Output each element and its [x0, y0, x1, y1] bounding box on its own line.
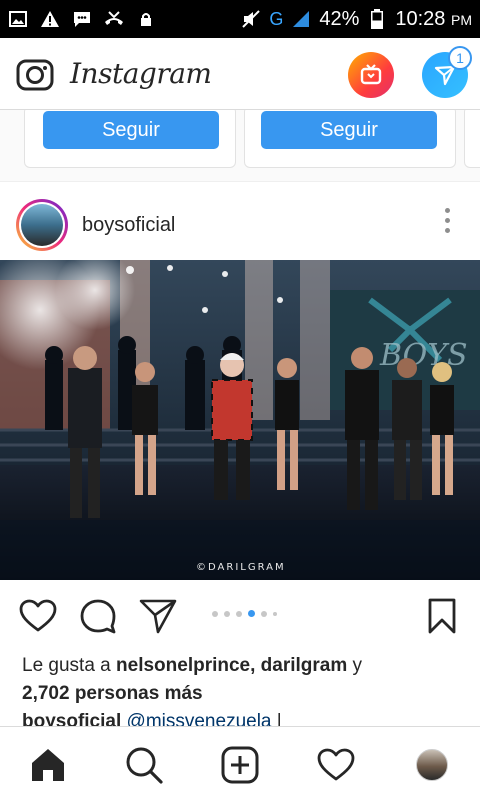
likes-summary[interactable]: Le gusta a nelsonelprince, darilgram y 2… [22, 652, 462, 708]
comment-button[interactable] [78, 596, 118, 636]
carousel-dot [261, 610, 267, 617]
search-icon [125, 746, 163, 784]
suggestion-card: Seguir [24, 110, 236, 168]
add-icon [221, 746, 259, 784]
bookmark-icon [427, 597, 457, 635]
app-logo: Instagram [70, 57, 212, 90]
heart-icon [19, 599, 57, 633]
gallery-icon [8, 10, 28, 28]
warning-icon [40, 10, 60, 28]
post-username[interactable]: boysoficial [82, 214, 175, 237]
likers[interactable]: nelsonelprince, darilgram [116, 655, 347, 676]
signal-icon [291, 10, 311, 28]
post-photo[interactable]: BOYS ©DARILGRAM [0, 260, 480, 580]
status-bar: G 42% 10:28 PM [0, 0, 480, 38]
direct-messages-button[interactable]: 1 [422, 46, 472, 98]
suggestion-card [464, 110, 480, 168]
camera-icon[interactable] [16, 57, 54, 91]
share-icon [139, 598, 177, 634]
nav-home[interactable] [28, 745, 68, 785]
igtv-icon [359, 63, 383, 87]
likes-join: y [347, 655, 363, 676]
photo-watermark: ©DARILGRAM [196, 562, 286, 573]
likes-prefix: Le gusta a [22, 655, 117, 676]
post-actions [0, 580, 480, 650]
carousel-indicator [212, 610, 277, 617]
carousel-dot [224, 610, 230, 617]
nav-search[interactable] [124, 745, 164, 785]
bottom-navigation [0, 726, 480, 800]
avatar[interactable] [16, 199, 68, 251]
mute-icon [241, 10, 261, 28]
missed-call-icon [104, 10, 124, 28]
lock-icon [136, 10, 156, 28]
more-options-icon[interactable] [445, 208, 450, 233]
carousel-dot-active [248, 610, 255, 617]
profile-avatar [416, 749, 448, 781]
carousel-dot [273, 611, 277, 616]
suggestion-card: Seguir [244, 110, 456, 168]
save-button[interactable] [422, 596, 462, 636]
profile-photo [21, 204, 63, 246]
unread-badge: 1 [448, 46, 472, 70]
svg-text:BOYS: BOYS [379, 338, 468, 373]
likes-count[interactable]: 2,702 personas más [22, 683, 203, 704]
post-header: boysoficial [0, 190, 480, 260]
network-type: G [269, 8, 284, 29]
like-button[interactable] [18, 596, 58, 636]
comment-icon [79, 597, 117, 635]
suggested-accounts-strip[interactable]: Seguir Seguir [0, 110, 480, 182]
battery-icon [367, 9, 387, 29]
top-app-bar: Instagram 1 [0, 38, 480, 110]
nav-activity[interactable] [316, 745, 356, 785]
heart-icon [317, 748, 355, 782]
follow-button[interactable]: Seguir [261, 111, 437, 149]
battery-percent: 42% [319, 7, 360, 30]
concert-image: BOYS ©DARILGRAM [0, 260, 480, 580]
home-icon [30, 747, 66, 783]
igtv-button[interactable] [348, 52, 394, 98]
nav-profile[interactable] [412, 745, 452, 785]
share-button[interactable] [138, 596, 178, 636]
nav-new-post[interactable] [220, 745, 260, 785]
follow-button[interactable]: Seguir [43, 111, 219, 149]
carousel-dot [236, 610, 242, 617]
carousel-dot [212, 610, 218, 617]
clock: 10:28 PM [395, 7, 472, 30]
message-icon [72, 10, 92, 28]
